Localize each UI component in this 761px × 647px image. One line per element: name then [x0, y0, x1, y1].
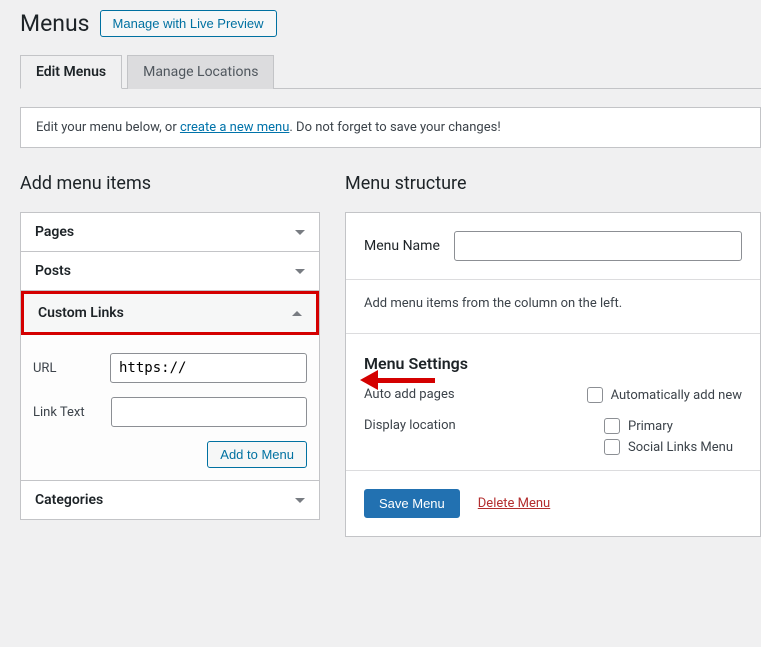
link-text-label: Link Text: [33, 405, 101, 420]
tab-manage-locations[interactable]: Manage Locations: [127, 55, 274, 89]
create-new-menu-link[interactable]: create a new menu: [180, 120, 289, 135]
auto-add-checkbox[interactable]: [587, 387, 603, 403]
link-text-input[interactable]: [111, 397, 307, 427]
tab-edit-menus[interactable]: Edit Menus: [20, 55, 122, 89]
info-notice: Edit your menu below, or create a new me…: [20, 107, 761, 148]
chevron-down-icon: [295, 498, 305, 503]
accordion-categories-label: Categories: [35, 492, 103, 508]
tabs-bar: Edit Menus Manage Locations: [20, 55, 761, 89]
location-primary-row[interactable]: Primary: [604, 418, 733, 434]
manage-live-preview-button[interactable]: Manage with Live Preview: [100, 10, 277, 37]
chevron-down-icon: [295, 230, 305, 235]
display-location-label: Display location: [364, 418, 604, 460]
save-menu-button[interactable]: Save Menu: [364, 489, 460, 518]
location-social-row[interactable]: Social Links Menu: [604, 439, 733, 455]
add-to-menu-button[interactable]: Add to Menu: [207, 441, 307, 468]
notice-text-pre: Edit your menu below, or: [36, 120, 180, 135]
accordion-posts-header[interactable]: Posts: [21, 252, 319, 290]
location-primary-label: Primary: [628, 419, 673, 434]
menu-name-input[interactable]: [454, 231, 742, 261]
url-label: URL: [33, 361, 100, 376]
page-title: Menus: [20, 10, 90, 37]
auto-add-checkbox-label: Automatically add new: [611, 388, 742, 403]
accordion-posts-label: Posts: [35, 263, 71, 279]
accordion-categories-header[interactable]: Categories: [21, 481, 319, 519]
notice-text-post: . Do not forget to save your changes!: [289, 120, 500, 135]
chevron-up-icon: [292, 311, 302, 316]
url-input[interactable]: [110, 353, 307, 383]
auto-add-pages-label: Auto add pages: [364, 387, 587, 408]
menu-structure-panel: Menu Name Add menu items from the column…: [345, 212, 761, 537]
accordion-custom-links: Custom Links URL Link Text A: [21, 291, 319, 481]
accordion-posts: Posts: [21, 252, 319, 291]
accordion-custom-links-header[interactable]: Custom Links: [21, 291, 319, 335]
delete-menu-link[interactable]: Delete Menu: [478, 496, 550, 511]
add-items-accordion: Pages Posts Custom Links: [20, 212, 320, 520]
accordion-custom-links-label: Custom Links: [38, 305, 124, 321]
chevron-down-icon: [295, 269, 305, 274]
accordion-pages-header[interactable]: Pages: [21, 213, 319, 251]
location-social-label: Social Links Menu: [628, 440, 733, 455]
auto-add-checkbox-row[interactable]: Automatically add new: [587, 387, 742, 403]
accordion-pages-label: Pages: [35, 224, 74, 240]
menu-structure-heading: Menu structure: [345, 173, 761, 194]
location-primary-checkbox[interactable]: [604, 418, 620, 434]
menu-settings-heading: Menu Settings: [364, 354, 742, 373]
structure-hint: Add menu items from the column on the le…: [364, 280, 742, 333]
accordion-categories: Categories: [21, 481, 319, 519]
custom-links-form: URL Link Text Add to Menu: [21, 335, 319, 480]
menu-name-label: Menu Name: [364, 238, 440, 254]
location-social-checkbox[interactable]: [604, 439, 620, 455]
accordion-pages: Pages: [21, 213, 319, 252]
add-items-heading: Add menu items: [20, 173, 320, 194]
